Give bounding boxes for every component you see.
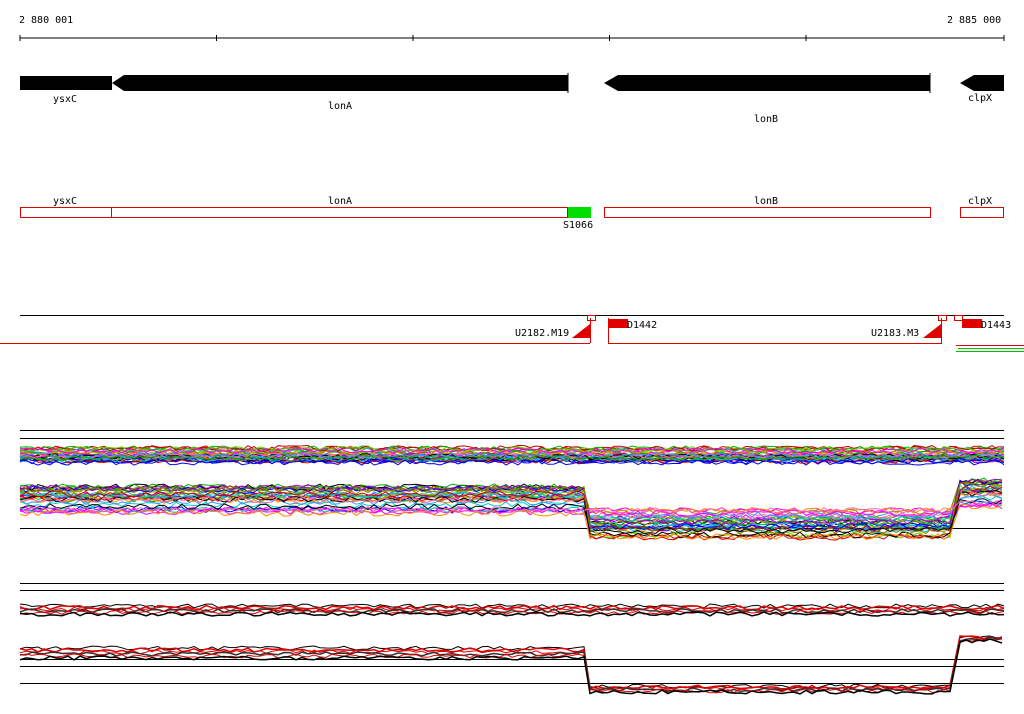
gene-track: ysxC lonA lonB clpX	[20, 73, 1004, 125]
gene-label-clpX: clpX	[968, 93, 992, 104]
genome-browser-canvas: 2 880 001 2 885 000 ysxC lonA lonB clpX …	[0, 15, 1024, 695]
probe-marker-D1443[interactable]	[962, 319, 982, 328]
feature-track: ysxC lonA lonB clpX S1066	[20, 196, 1004, 231]
end-coordinate: 2 885 000	[947, 15, 1001, 26]
feature-label-clpX: clpX	[968, 196, 992, 207]
start-coordinate: 2 880 001	[19, 15, 73, 26]
probe-marker-D1442[interactable]	[608, 319, 628, 328]
feature-box-ysxC[interactable]	[20, 207, 112, 218]
gene-label-ysxC: ysxC	[53, 94, 77, 105]
feature-highlight-S1066[interactable]	[568, 207, 591, 218]
gene-arrow-ysxC[interactable]	[20, 76, 112, 90]
probe-marker-U2182[interactable]	[572, 324, 590, 338]
probe-label-D1443: D1443	[981, 320, 1011, 331]
probe-label-D1442: D1442	[627, 320, 657, 331]
feature-box-lonA[interactable]	[111, 207, 568, 218]
expression-profile-panel	[19, 430, 1005, 541]
feature-label-lonA: lonA	[328, 196, 352, 207]
feature-box-clpX[interactable]	[960, 207, 1004, 218]
gene-arrow-clpX[interactable]	[960, 75, 1004, 91]
feature-box-lonB[interactable]	[604, 207, 931, 218]
probe-track: U2182.M19 D1442 U2183.M3 D1443	[0, 315, 1024, 352]
probe-label-U2183: U2183.M3	[871, 328, 919, 339]
probe-marker-U2183[interactable]	[923, 324, 941, 338]
gene-label-lonA: lonA	[328, 101, 352, 112]
probe-label-U2182: U2182.M19	[515, 328, 569, 339]
gene-label-lonB: lonB	[754, 114, 778, 125]
feature-label-S1066: S1066	[563, 220, 593, 231]
gene-arrow-lonB[interactable]	[604, 75, 930, 91]
coordinate-ruler: 2 880 001 2 885 000	[19, 15, 1005, 41]
feature-label-lonB: lonB	[754, 196, 778, 207]
expression-summary-panel	[19, 583, 1005, 695]
feature-label-ysxC: ysxC	[53, 196, 77, 207]
gene-arrow-lonA[interactable]	[112, 75, 568, 91]
